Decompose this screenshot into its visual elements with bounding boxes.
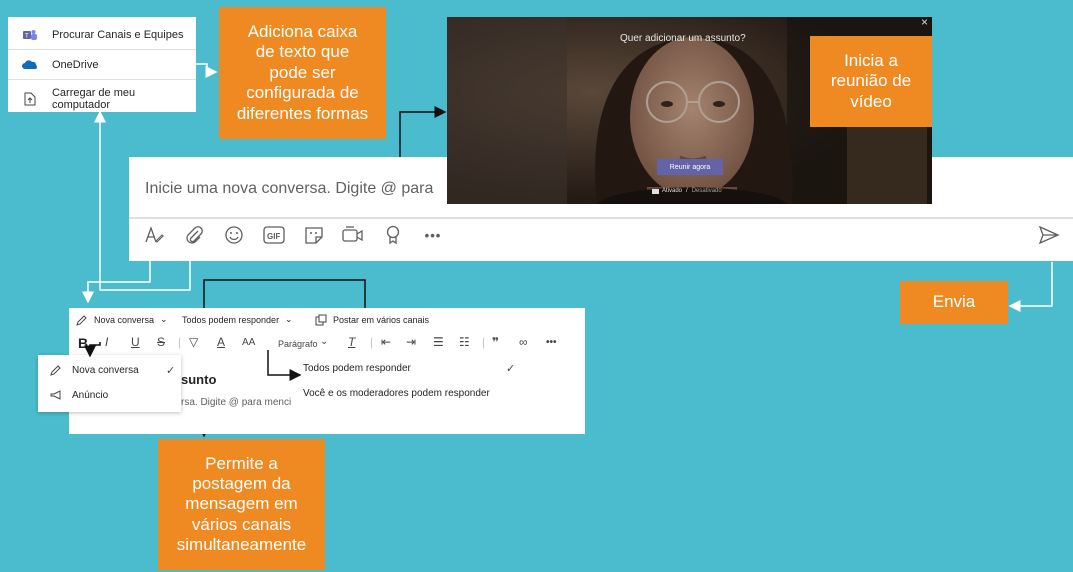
strike-button[interactable]: S xyxy=(157,335,165,349)
reply-option-all[interactable]: Todos podem responder xyxy=(303,363,411,374)
camera-on-label: Ativado xyxy=(662,188,683,194)
bullet-list-icon[interactable]: ☰ xyxy=(433,335,444,349)
link-icon[interactable]: ∞ xyxy=(519,335,528,349)
menu-item-label: Nova conversa xyxy=(72,364,139,376)
connector-format xyxy=(82,258,151,304)
chevron-down-icon: ⌄ xyxy=(160,314,168,324)
more-icon[interactable]: ••• xyxy=(546,337,557,348)
menu-item-label: Carregar de meu computador xyxy=(51,87,136,111)
gif-label: GIF xyxy=(267,232,280,241)
megaphone-icon xyxy=(48,387,64,403)
chevron-down-icon: ⌄ xyxy=(285,314,293,324)
quote-icon[interactable]: ❞ xyxy=(492,335,499,349)
emoji-icon[interactable] xyxy=(223,224,245,246)
connector-menu-callout xyxy=(196,63,218,78)
format-icon[interactable] xyxy=(143,224,165,246)
highlight-icon[interactable]: ▽ xyxy=(189,335,198,349)
menu-item-label: OneDrive xyxy=(52,59,99,71)
paragraph-dropdown[interactable]: Parágrafo xyxy=(278,339,318,349)
edit-icon xyxy=(76,313,88,331)
bold-button[interactable]: B xyxy=(78,335,88,351)
attach-menu: T Procurar Canais e Equipes OneDrive Car… xyxy=(8,17,196,112)
subject-input[interactable]: Quer adicionar um assunto? xyxy=(620,33,746,44)
camera-off-label: Desativado xyxy=(691,188,722,194)
outdent-icon[interactable]: ⇤ xyxy=(381,335,391,349)
underline-button[interactable]: U xyxy=(131,335,140,349)
more-icon[interactable]: ••• xyxy=(420,224,446,246)
divider xyxy=(8,79,196,80)
post-type-dropdown[interactable]: Nova conversa xyxy=(94,315,154,325)
camera-toggle[interactable]: Ativado / Desativado xyxy=(652,188,722,194)
chevron-down-icon: ⌄ xyxy=(320,336,329,347)
meet-now-icon[interactable] xyxy=(342,224,364,246)
reply-menu: Todos podem responder ✓ Você e os modera… xyxy=(296,360,526,404)
callout-send: Envia xyxy=(900,281,1008,324)
message-body[interactable]: rsa. Digite @ para menci xyxy=(181,397,291,408)
divider: | xyxy=(178,335,182,349)
camera-icon xyxy=(652,188,659,194)
numbered-list-icon[interactable]: ☷ xyxy=(459,335,470,349)
font-color-button[interactable]: A xyxy=(217,335,225,349)
copy-icon xyxy=(315,313,327,331)
connector-send xyxy=(1008,262,1053,312)
indent-icon[interactable]: ⇥ xyxy=(406,335,416,349)
close-icon[interactable]: × xyxy=(921,17,928,29)
more-label: ••• xyxy=(424,227,442,243)
upload-file-icon xyxy=(22,91,38,107)
menu-item-onedrive[interactable]: OneDrive xyxy=(22,57,98,73)
menu-item-label: Anúncio xyxy=(72,389,109,401)
compose-placeholder: Inicie uma nova conversa. Digite @ para xyxy=(145,180,434,197)
reply-option-moderators[interactable]: Você e os moderadores podem responder xyxy=(303,388,490,399)
camera-separator: / xyxy=(686,188,688,194)
check-icon: ✓ xyxy=(506,363,516,375)
gif-icon[interactable]: GIF xyxy=(263,224,285,246)
divider: | xyxy=(370,335,374,349)
format-header: Nova conversa ⌄ Todos podem responder ⌄ … xyxy=(69,308,585,330)
callout-video: Inicia a reunião de vídeo xyxy=(810,36,932,127)
praise-icon[interactable] xyxy=(382,224,404,246)
font-size-button[interactable]: AA xyxy=(242,337,255,348)
callout-textbox: Adiciona caixa de texto que pode ser con… xyxy=(219,7,386,139)
multi-channel-button[interactable]: Postar em vários canais xyxy=(333,315,429,325)
start-meeting-button[interactable]: Reunir agora xyxy=(657,159,723,175)
svg-text:T: T xyxy=(25,34,29,40)
edit-icon xyxy=(48,362,64,378)
italic-button[interactable]: I xyxy=(105,335,108,349)
check-icon: ✓ xyxy=(166,364,176,377)
menu-item-new-conversation[interactable]: Nova conversa ✓ xyxy=(48,362,175,378)
teams-icon: T xyxy=(22,27,38,43)
callout-multi-channel: Permite a postagem da mensagem em vários… xyxy=(158,439,325,570)
post-type-menu: Nova conversa ✓ Anúncio xyxy=(38,355,181,412)
divider xyxy=(8,49,196,50)
subject-field[interactable]: sunto xyxy=(181,372,216,387)
onedrive-icon xyxy=(22,57,38,73)
menu-item-label: Procurar Canais e Equipes xyxy=(52,29,184,41)
send-icon[interactable] xyxy=(1038,224,1060,246)
attach-icon[interactable] xyxy=(183,224,205,246)
sticker-icon[interactable] xyxy=(303,224,325,246)
start-meeting-label: Reunir agora xyxy=(669,163,711,171)
menu-item-announcement[interactable]: Anúncio xyxy=(48,387,108,403)
clear-format-icon[interactable]: T xyxy=(348,335,355,349)
menu-item-teams[interactable]: T Procurar Canais e Equipes xyxy=(22,27,183,43)
reply-setting-dropdown[interactable]: Todos podem responder xyxy=(182,315,279,325)
menu-item-upload[interactable]: Carregar de meu computador xyxy=(22,87,196,111)
divider: | xyxy=(482,335,486,349)
